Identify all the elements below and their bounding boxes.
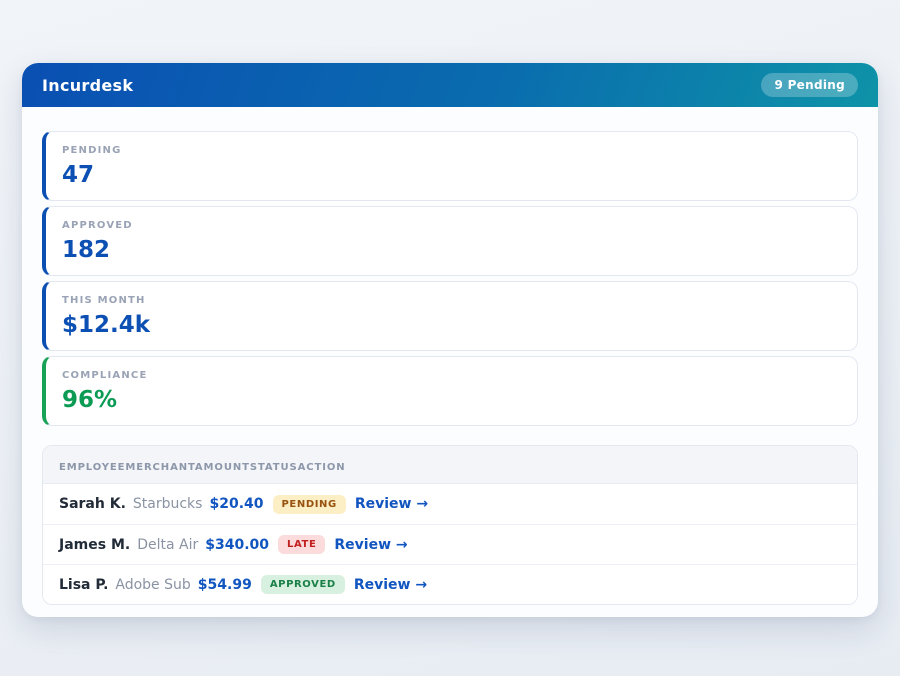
status-badge: PENDING xyxy=(273,495,346,514)
stat-label: COMPLIANCE xyxy=(62,370,841,381)
amount-value: $54.99 xyxy=(198,577,252,593)
expense-table: EMPLOYEEMERCHANTAMOUNTSTATUSACTION Sarah… xyxy=(42,445,858,605)
amount-value: $20.40 xyxy=(209,496,263,512)
column-header-merchant: MERCHANT xyxy=(125,462,195,473)
review-link[interactable]: Review → xyxy=(355,496,428,512)
employee-name: Sarah K. xyxy=(59,496,126,512)
stat-card-compliance: COMPLIANCE 96% xyxy=(42,356,858,426)
stat-value: 96% xyxy=(62,388,841,412)
status-badge: APPROVED xyxy=(261,575,345,594)
column-header-employee: EMPLOYEE xyxy=(59,462,125,473)
stat-card-approved: APPROVED 182 xyxy=(42,206,858,276)
column-header-action: ACTION xyxy=(298,462,346,473)
stat-label: APPROVED xyxy=(62,220,841,231)
stat-card-pending: PENDING 47 xyxy=(42,131,858,201)
merchant-name: Adobe Sub xyxy=(115,577,190,593)
stat-label: THIS MONTH xyxy=(62,295,841,306)
status-badge: LATE xyxy=(278,535,325,554)
stat-card-this-month: THIS MONTH $12.4k xyxy=(42,281,858,351)
app-body: PENDING 47 APPROVED 182 THIS MONTH $12.4… xyxy=(22,107,878,605)
table-row: James M. Delta Air $340.00 LATE Review → xyxy=(43,524,857,564)
review-link[interactable]: Review → xyxy=(354,577,427,593)
table-row: Lisa P. Adobe Sub $54.99 APPROVED Review… xyxy=(43,564,857,604)
amount-value: $340.00 xyxy=(205,537,269,553)
employee-name: Lisa P. xyxy=(59,577,108,593)
app-header: Incurdesk 9 Pending xyxy=(22,63,878,107)
stat-label: PENDING xyxy=(62,145,841,156)
app-title: Incurdesk xyxy=(42,76,133,95)
review-link[interactable]: Review → xyxy=(334,537,407,553)
merchant-name: Delta Air xyxy=(137,537,198,553)
employee-name: James M. xyxy=(59,537,130,553)
pending-count-badge: 9 Pending xyxy=(761,73,858,97)
column-header-status: STATUS xyxy=(250,462,298,473)
table-header-row: EMPLOYEEMERCHANTAMOUNTSTATUSACTION xyxy=(43,446,857,484)
stat-value: 47 xyxy=(62,163,841,187)
merchant-name: Starbucks xyxy=(133,496,203,512)
column-header-amount: AMOUNT xyxy=(195,462,250,473)
stat-value: 182 xyxy=(62,238,841,262)
stat-value: $12.4k xyxy=(62,313,841,337)
incurdesk-app-card: Incurdesk 9 Pending PENDING 47 APPROVED … xyxy=(22,63,878,617)
table-row: Sarah K. Starbucks $20.40 PENDING Review… xyxy=(43,484,857,524)
